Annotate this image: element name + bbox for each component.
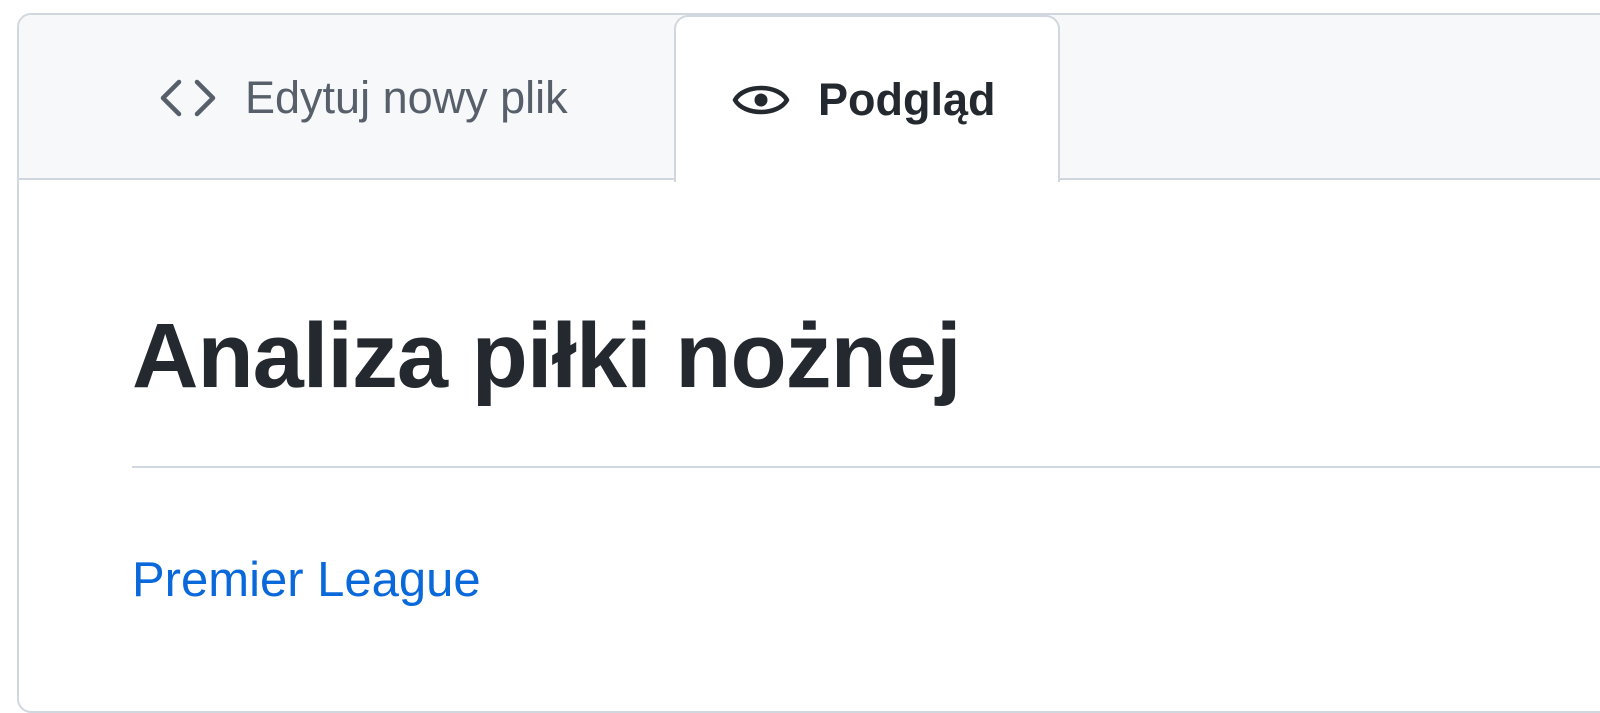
tab-preview[interactable]: Podgląd [674, 15, 1060, 182]
tab-bar: Edytuj nowy plik Podgląd [19, 15, 1600, 182]
title-divider [132, 466, 1600, 468]
eye-icon [732, 78, 790, 122]
premier-league-link[interactable]: Premier League [132, 556, 481, 605]
tab-edit-label: Edytuj nowy plik [245, 72, 568, 123]
tab-edit[interactable]: Edytuj nowy plik [159, 15, 669, 180]
code-icon [159, 76, 217, 120]
tab-preview-label: Podgląd [818, 74, 996, 125]
document-title: Analiza piłki nożnej [132, 305, 962, 407]
editor-panel: Edytuj nowy plik Podgląd Analiza piłki n… [17, 13, 1600, 713]
